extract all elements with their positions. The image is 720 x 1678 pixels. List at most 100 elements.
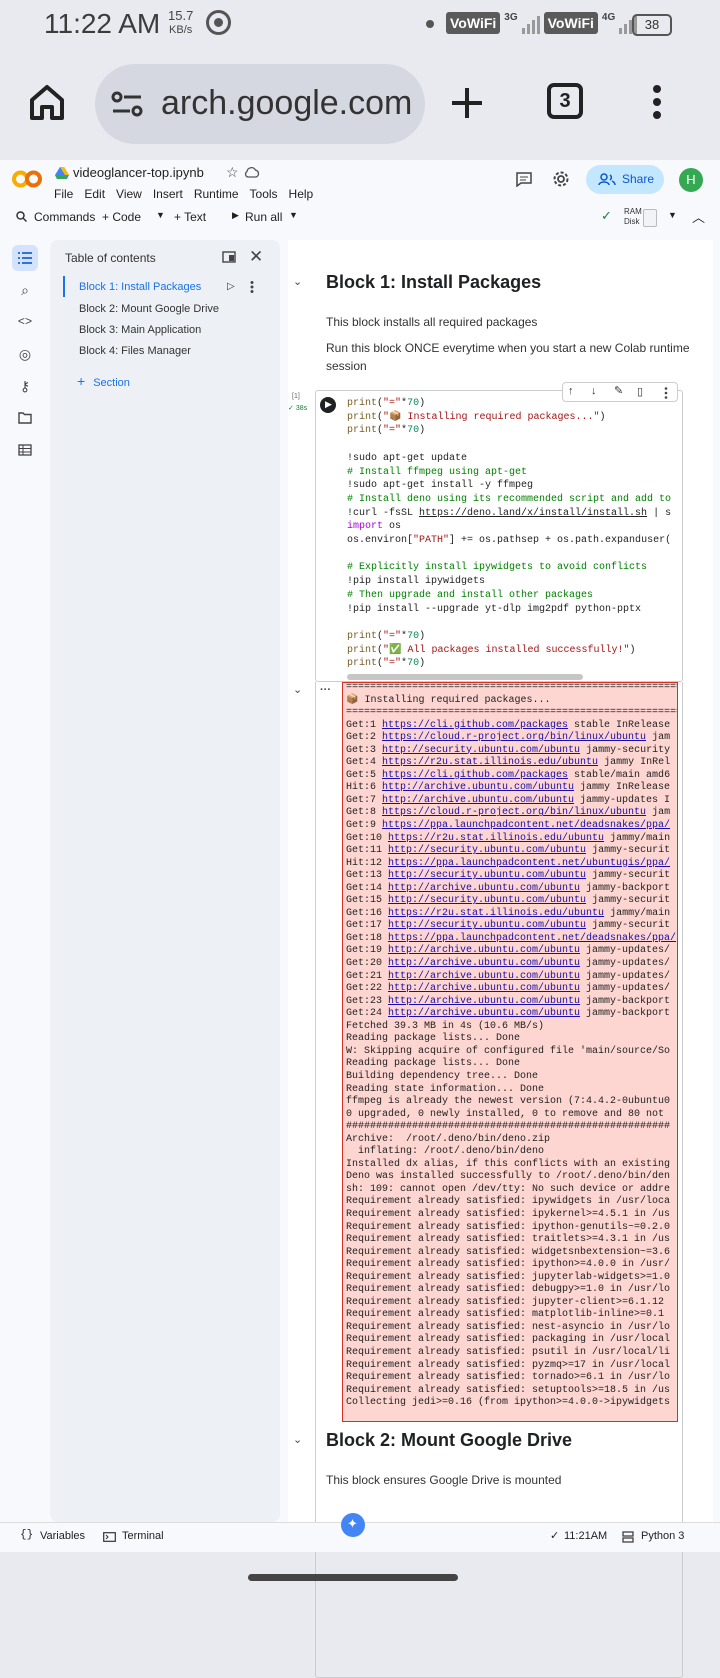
url-bar[interactable]: arch.google.com — [95, 64, 425, 144]
comment-icon[interactable] — [516, 172, 532, 187]
move-up-icon[interactable]: ↑ — [568, 385, 574, 397]
browser-toolbar: arch.google.com 3 — [0, 50, 720, 160]
variables-inspector-icon[interactable]: ◎ — [12, 341, 38, 367]
toc-title: Table of contents — [65, 251, 156, 265]
chevron-down-icon[interactable]: ▼ — [156, 210, 165, 220]
collapse-output-icon[interactable]: ⌄ — [293, 683, 302, 696]
collapse-icon[interactable]: ︿ — [692, 207, 705, 226]
home-icon[interactable] — [28, 82, 66, 122]
cell-toolbar: ↑ ↓ ✎ ▯ — [562, 382, 678, 402]
settings-icon[interactable] — [552, 170, 570, 188]
variables-icon: {} — [20, 1529, 34, 1541]
plus-icon: + — [77, 373, 86, 389]
menu-bar: File Edit View Insert Runtime Tools Help — [54, 185, 324, 203]
kernel-icon — [622, 1531, 634, 1543]
colab-toolbar: Commands + Code ▼ + Text ▶ Run all ▼ ✓ R… — [12, 204, 712, 229]
files-folder-icon[interactable] — [12, 405, 38, 431]
status-bar: 11:22 AM 15.7 KB/s VoWiFi 3G VoWiFi 4G 38 — [0, 0, 720, 50]
collapse-section-icon[interactable]: ⌄ — [293, 275, 302, 288]
network-type: 3G — [504, 12, 518, 23]
more-vert-icon[interactable] — [652, 84, 662, 120]
code-editor[interactable]: print("="*70) print("📦 Installing requir… — [347, 397, 671, 671]
people-icon — [598, 173, 616, 186]
chevron-down-icon[interactable]: ▼ — [668, 210, 677, 220]
text-cell-line: Run this block ONCE everytime when you s… — [326, 341, 690, 373]
record-icon — [206, 10, 231, 35]
execution-time: ✓ 38s — [288, 405, 308, 412]
avatar[interactable]: H — [679, 168, 703, 192]
toc-item-block-4[interactable]: Block 4: Files Manager — [79, 345, 191, 357]
execution-count: [1] — [292, 393, 300, 400]
cloud-saved-icon — [244, 167, 260, 178]
colab-status-bar: {} Variables Terminal ✦ ✓ 11:21AM Python… — [0, 1513, 720, 1552]
menu-tools[interactable]: Tools — [250, 187, 278, 201]
notification-dot-icon — [426, 20, 434, 28]
toc-icon[interactable] — [12, 245, 38, 271]
toc-item-block-3[interactable]: Block 3: Main Application — [79, 324, 201, 336]
notebook-title[interactable]: videoglancer-top.ipynb — [73, 165, 204, 180]
text-cell-line: This block installs all required package… — [326, 315, 538, 329]
data-table-icon[interactable] — [12, 437, 38, 463]
new-tab-icon[interactable] — [450, 86, 484, 120]
commands-button[interactable]: Commands — [34, 210, 95, 224]
move-down-icon[interactable]: ↓ — [591, 385, 597, 397]
output-text: ========================================… — [346, 682, 677, 1409]
terminal-icon — [103, 1532, 116, 1542]
text-cell-line: This block ensures Google Drive is mount… — [326, 1473, 562, 1487]
delete-icon[interactable]: ▯ — [637, 385, 643, 398]
section-heading-block-2: Block 2: Mount Google Drive — [326, 1430, 573, 1450]
open-in-tab-icon[interactable] — [222, 251, 236, 263]
add-text-button[interactable]: + Text — [174, 210, 206, 224]
close-icon[interactable]: ✕ — [249, 247, 263, 267]
gemini-button[interactable]: ✦ — [341, 1513, 365, 1537]
site-settings-icon[interactable] — [111, 90, 143, 118]
net-speed: 15.7 KB/s — [168, 8, 194, 37]
code-snippets-icon[interactable]: <> — [12, 309, 38, 335]
signal-icon — [521, 12, 540, 34]
menu-help[interactable]: Help — [289, 187, 314, 201]
find-replace-icon[interactable]: ⌕ — [12, 277, 38, 303]
secrets-key-icon[interactable]: ⚷ — [12, 373, 38, 399]
url-text[interactable]: arch.google.com — [161, 84, 411, 123]
battery-icon: 38 — [632, 14, 672, 36]
code-cell[interactable]: print("="*70) print("📦 Installing requir… — [315, 390, 683, 682]
chevron-down-icon[interactable]: ▼ — [289, 210, 298, 220]
menu-runtime[interactable]: Runtime — [194, 187, 239, 201]
colab-logo-icon[interactable] — [12, 170, 42, 188]
section-heading-block-1: Block 1: Install Packages — [326, 272, 542, 292]
share-button[interactable]: Share — [586, 165, 664, 194]
drive-icon — [55, 167, 69, 179]
add-section-button[interactable]: + Section — [77, 373, 130, 389]
menu-view[interactable]: View — [116, 187, 142, 201]
variables-button[interactable]: Variables — [40, 1530, 85, 1542]
network-type: 4G — [601, 12, 616, 23]
add-code-button[interactable]: + Code — [102, 210, 141, 224]
run-section-icon[interactable]: ▷ — [227, 281, 235, 292]
more-vert-icon[interactable] — [250, 281, 254, 293]
run-all-button[interactable]: Run all — [245, 210, 282, 224]
clock: 11:22 AM — [44, 8, 161, 39]
menu-insert[interactable]: Insert — [153, 187, 183, 201]
more-vert-icon[interactable] — [664, 387, 668, 399]
terminal-button[interactable]: Terminal — [122, 1530, 164, 1542]
star-icon[interactable]: ☆ — [226, 164, 239, 181]
ram-disk-meter[interactable]: RAM Disk — [624, 207, 642, 227]
tab-switcher-button[interactable]: 3 — [547, 83, 583, 119]
vowifi-badge: VoWiFi — [446, 12, 501, 34]
menu-edit[interactable]: Edit — [84, 187, 105, 201]
toc-item-block-1[interactable]: Block 1: Install Packages — [79, 281, 201, 293]
toc-item-block-2[interactable]: Block 2: Mount Google Drive — [79, 303, 219, 315]
collapse-section-icon[interactable]: ⌄ — [293, 1433, 302, 1446]
vowifi-badge: VoWiFi — [543, 12, 598, 34]
check-icon: ✓ — [601, 208, 612, 223]
magic-edit-icon[interactable]: ✎ — [614, 384, 623, 397]
notebook-area: ⌄ Block 1: Install Packages This block i… — [288, 240, 713, 1678]
gesture-bar[interactable] — [248, 1574, 458, 1581]
check-icon: ✓ — [550, 1530, 560, 1542]
play-icon: ▶ — [232, 210, 239, 220]
horizontal-scrollbar[interactable] — [347, 674, 583, 680]
search-icon — [16, 211, 27, 222]
cell-output[interactable]: ========================================… — [342, 682, 678, 1422]
kernel-name[interactable]: Python 3 — [641, 1530, 684, 1542]
menu-file[interactable]: File — [54, 187, 73, 201]
